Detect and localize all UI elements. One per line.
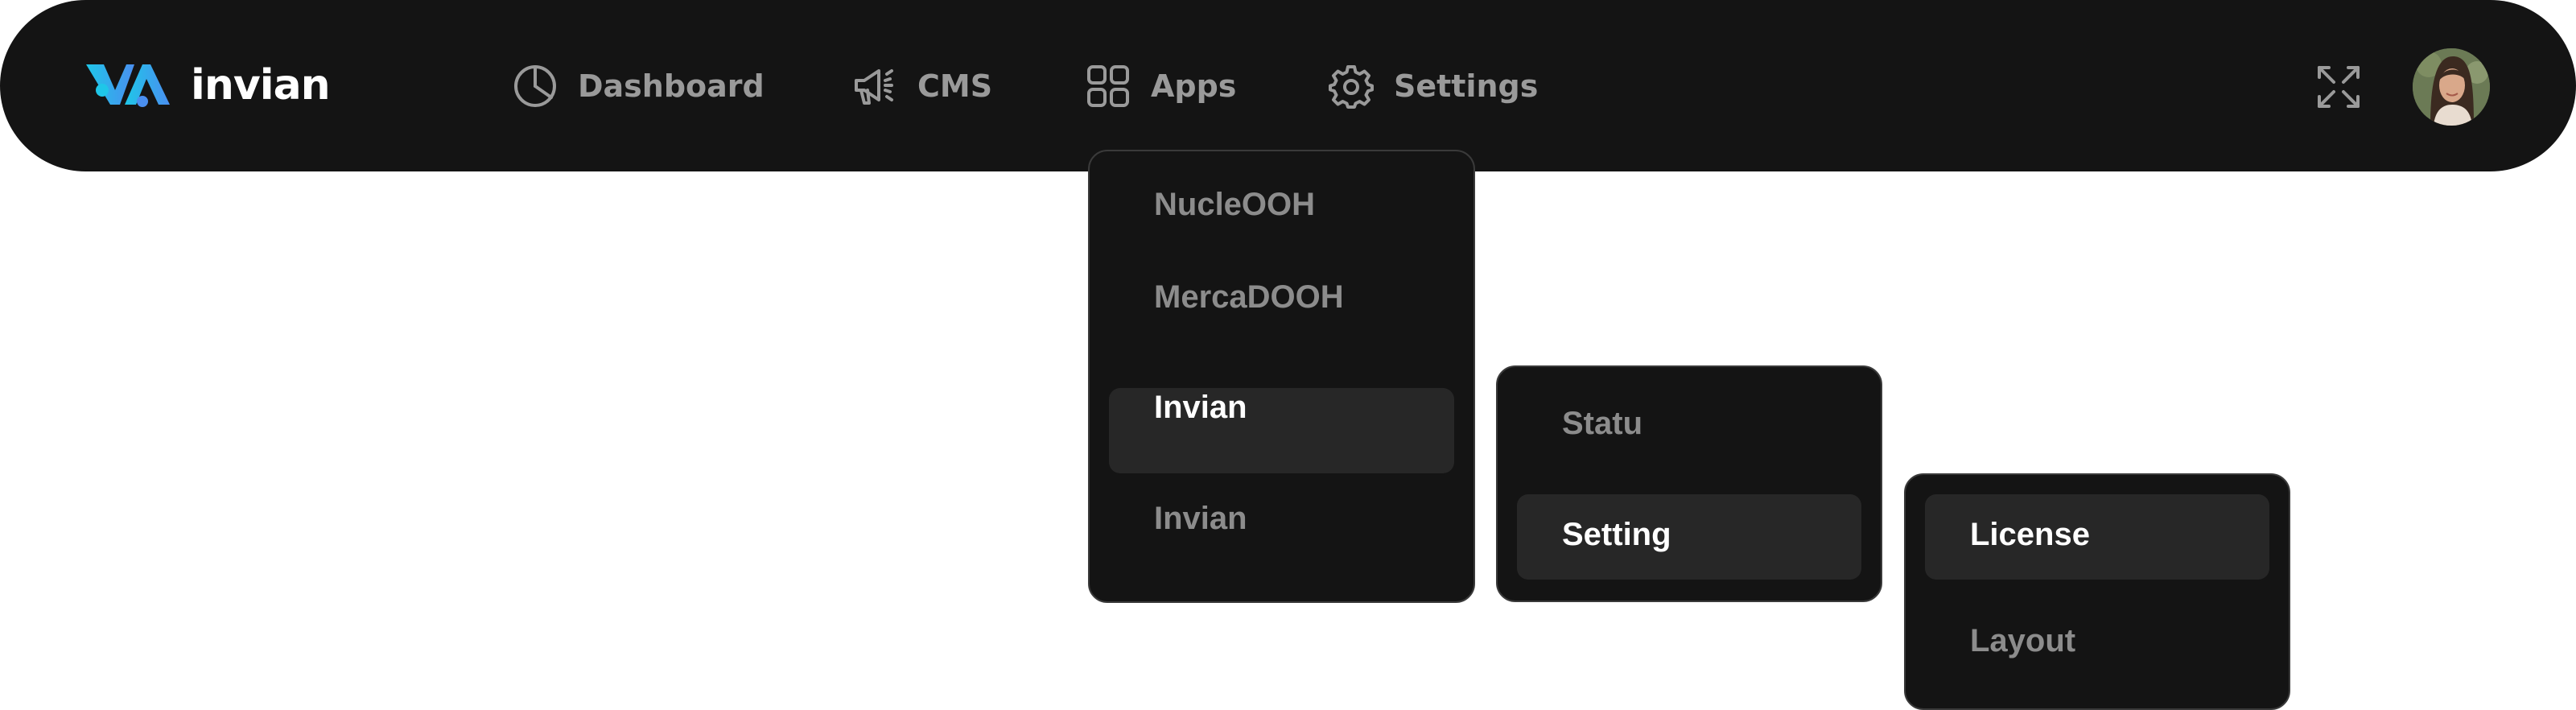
apps-dropdown-menu: NucleOOH MercaDOOH Invian Invian (1088, 150, 1475, 603)
brand-logo[interactable]: invian (84, 60, 331, 111)
pie-chart-icon (512, 63, 558, 109)
nav-cms-label: CMS (917, 68, 993, 104)
menu-item-label: License (1970, 517, 2090, 552)
nav-settings-label: Settings (1394, 68, 1539, 104)
setting-submenu: License Layout (1904, 473, 2290, 710)
gear-icon (1328, 63, 1375, 109)
menu-item-nucleooh[interactable]: NucleOOH (1109, 187, 1454, 272)
nav-cms[interactable]: CMS (851, 60, 992, 112)
submenu-item-license[interactable]: License (1925, 494, 2269, 580)
top-navbar: invian Dashboard CMS Apps Settings (0, 0, 2576, 171)
nav-settings[interactable]: Settings (1328, 60, 1538, 112)
menu-item-invian[interactable]: Invian (1109, 501, 1454, 586)
menu-item-invian-active[interactable]: Invian (1109, 388, 1454, 473)
menu-item-label: MercaDOOH (1154, 279, 1344, 315)
menu-item-label: Invian (1154, 501, 1247, 536)
submenu-item-setting[interactable]: Setting (1517, 494, 1861, 580)
invian-submenu: Statu Setting (1496, 365, 1882, 602)
apps-grid-icon (1085, 63, 1131, 109)
megaphone-icon (851, 63, 898, 109)
nav-dashboard[interactable]: Dashboard (512, 60, 765, 112)
submenu-item-statu[interactable]: Statu (1517, 399, 1861, 485)
menu-item-label: Invian (1154, 390, 1247, 425)
menu-item-label: NucleOOH (1154, 187, 1316, 222)
menu-item-label: Setting (1562, 517, 1671, 552)
expand-icon[interactable] (2316, 64, 2361, 109)
menu-item-label: Statu (1562, 406, 1642, 441)
user-avatar[interactable] (2413, 48, 2490, 126)
brand-name: invian (191, 61, 331, 109)
nav-dashboard-label: Dashboard (578, 68, 765, 104)
nav-apps-label: Apps (1151, 68, 1237, 104)
invian-logo-icon (86, 64, 170, 107)
menu-item-label: Layout (1970, 623, 2076, 658)
nav-apps[interactable]: Apps (1085, 60, 1236, 112)
submenu-item-layout[interactable]: Layout (1925, 601, 2269, 686)
menu-item-mercadooh[interactable]: MercaDOOH (1109, 279, 1454, 365)
